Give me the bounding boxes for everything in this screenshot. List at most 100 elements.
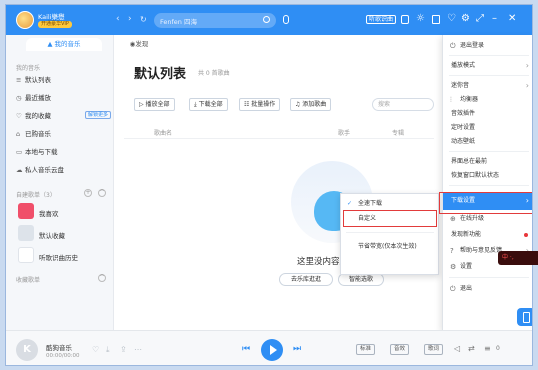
menu-divider	[449, 75, 529, 76]
phone-sync-button[interactable]	[517, 308, 532, 326]
tab-discover-label: 发现	[135, 40, 149, 48]
vip-badge[interactable]: 开通豪华VIP	[38, 21, 72, 28]
song-count: 共 0 首歌曲	[198, 70, 230, 77]
tab-discover[interactable]: ◉发现	[114, 38, 164, 51]
checkmark-icon: ✓	[347, 200, 353, 207]
effect-button[interactable]: 音效	[390, 344, 410, 355]
power-icon: ⏻	[450, 285, 456, 293]
song-title[interactable]: 酷狗音乐	[46, 342, 72, 352]
column-artist[interactable]: 歌手	[338, 128, 350, 137]
sidebar-item-recent[interactable]: ◷ 最近播放	[16, 93, 51, 103]
column-album[interactable]: 专辑	[392, 128, 404, 137]
skin-icon[interactable]: ♡	[447, 13, 456, 25]
sidebar-item-cloud[interactable]: ☁ 私人音乐云盘	[16, 165, 64, 175]
playlist-listen-history[interactable]: 听歌识曲历史	[39, 252, 78, 262]
download-all-label: 下载全部	[198, 101, 223, 108]
sidebar-item-label: 我的收藏	[25, 112, 51, 120]
volume-icon[interactable]: ◁	[454, 344, 460, 354]
add-song-button[interactable]: ♫ 添加歌曲	[290, 98, 332, 111]
menu-item-always-on-top[interactable]: 界面总在最前	[443, 155, 532, 169]
phone-icon[interactable]	[401, 15, 409, 24]
menu-item-new-features[interactable]: 发现新功能	[443, 228, 532, 242]
menu-item-wallpaper[interactable]: 动态壁纸	[443, 135, 532, 149]
menu-divider	[449, 55, 529, 56]
sidebar-item-purchased[interactable]: ⌂ 已购音乐	[16, 129, 51, 139]
share-icon[interactable]: ⇪	[120, 346, 127, 354]
menu-item-effects[interactable]: 音效插件	[443, 107, 532, 121]
menu-item-play-mode[interactable]: 播放模式 ›	[443, 59, 532, 73]
page-title: 默认列表	[134, 67, 187, 82]
search-placeholder: Fenfen 四海	[160, 18, 197, 26]
sidebar-item-label: 已购音乐	[25, 130, 51, 138]
add-playlist-icon[interactable]: +	[84, 189, 92, 197]
settings-gear-icon[interactable]: ⚙	[461, 13, 470, 25]
app-window: Kaili樂懋 开通豪华VIP ‹ › ↻ Fenfen 四海 听歌识曲 ☼ ♡…	[5, 4, 533, 366]
menu-item-upgrade[interactable]: ⊕ 在线升级	[443, 212, 532, 226]
chevron-right-icon: ›	[525, 61, 529, 70]
sidebar-item-label: 本地与下载	[25, 148, 58, 156]
bulb-icon[interactable]: ☼	[416, 13, 425, 25]
player-bar: K 酷狗音乐 00:00/00:00 ♡ ⤓ ⇪ ⋯ ⏮ ⏭ 标准 音效 歌词 …	[6, 330, 532, 365]
play-button[interactable]	[261, 339, 283, 361]
menu-icon[interactable]	[432, 15, 440, 24]
microphone-icon[interactable]	[283, 15, 289, 24]
play-all-label: 播放全部	[145, 101, 170, 108]
playlist-default-collect[interactable]: 默认收藏	[39, 230, 65, 240]
lyrics-button[interactable]: 歌词	[424, 344, 444, 355]
menu-item-restore-window[interactable]: 恢复窗口默认状态	[443, 169, 532, 183]
menu-item-timer[interactable]: 定时设置	[443, 121, 532, 135]
more-icon[interactable]: ⋯	[134, 346, 142, 354]
submenu-item-full-speed[interactable]: ✓ 全速下载	[341, 197, 440, 211]
quality-button[interactable]: 标准	[356, 344, 376, 355]
submenu-item-save-bandwidth[interactable]: 节省带宽(仅本次生效)	[341, 240, 440, 254]
menu-item-label: 退出登录	[460, 42, 485, 49]
download-icon[interactable]: ⤓	[106, 346, 110, 354]
menu-item-label: 均衡器	[460, 96, 479, 103]
playlist-liked[interactable]: 我喜欢	[39, 208, 59, 218]
album-cover[interactable]: K	[16, 339, 38, 361]
back-icon[interactable]: ‹	[116, 15, 120, 24]
collapse-collected-icon[interactable]: ^	[98, 274, 106, 282]
my-music-heading: 我的音乐	[16, 65, 41, 72]
avatar[interactable]	[16, 11, 34, 29]
play-all-button[interactable]: ▷ 播放全部	[134, 98, 175, 111]
minimize-icon[interactable]: –	[492, 13, 497, 25]
forward-icon[interactable]: ›	[128, 15, 132, 24]
mini-mode-icon[interactable]: ⤢	[476, 13, 484, 25]
menu-item-mini[interactable]: 迷你音 ›	[443, 79, 532, 93]
sidebar-item-default-list[interactable]: ≡ 默认列表	[16, 75, 51, 85]
batch-label: 批量操作	[251, 101, 276, 108]
equalizer-icon: ⫶	[450, 96, 452, 104]
tab-my-music[interactable]: ▲ 我的音乐	[26, 38, 102, 51]
menu-item-equalizer[interactable]: ⫶ 均衡器	[443, 93, 532, 107]
playlist-queue-icon[interactable]: ≡	[484, 344, 491, 354]
menu-item-logout[interactable]: ⏻ 退出登录	[443, 39, 532, 53]
download-all-button[interactable]: ⤓ 下载全部	[189, 98, 228, 111]
previous-icon[interactable]: ⏮	[242, 345, 250, 354]
username[interactable]: Kaili樂懋	[38, 11, 65, 21]
menu-item-label: 在线升级	[460, 215, 485, 222]
listen-identify-button[interactable]: 听歌识曲	[366, 15, 397, 24]
unlock-more-badge[interactable]: 解锁更多	[85, 111, 112, 119]
title-bar: Kaili樂懋 开通豪华VIP ‹ › ↻ Fenfen 四海 听歌识曲 ☼ ♡…	[6, 5, 532, 35]
logout-icon: ⏻	[450, 42, 456, 50]
sidebar-item-favorites[interactable]: ♡ 我的收藏	[16, 111, 51, 121]
playlist-thumb-liked	[18, 203, 34, 219]
repeat-icon[interactable]: ⇄	[468, 344, 475, 354]
sidebar-item-local-download[interactable]: ▭ 本地与下载	[16, 147, 58, 157]
menu-item-label: 设置	[460, 263, 473, 270]
search-icon[interactable]	[263, 16, 270, 23]
menu-item-exit[interactable]: ⏻ 退出	[443, 282, 532, 296]
collapse-icon[interactable]: ^	[98, 189, 106, 197]
close-icon[interactable]: ✕	[508, 13, 516, 25]
collected-playlists-heading: 收藏歌单	[16, 277, 41, 284]
like-icon[interactable]: ♡	[92, 346, 99, 354]
next-icon[interactable]: ⏭	[293, 345, 301, 354]
list-icon: ≡	[16, 76, 22, 84]
batch-button[interactable]: ☷ 批量操作	[239, 98, 281, 111]
column-song-name[interactable]: 歌曲名	[154, 128, 172, 137]
list-search-input[interactable]: 搜索	[372, 98, 434, 111]
browse-library-button[interactable]: 去乐库逛逛	[279, 273, 333, 286]
refresh-icon[interactable]: ↻	[140, 15, 147, 24]
search-input[interactable]: Fenfen 四海	[154, 13, 276, 28]
